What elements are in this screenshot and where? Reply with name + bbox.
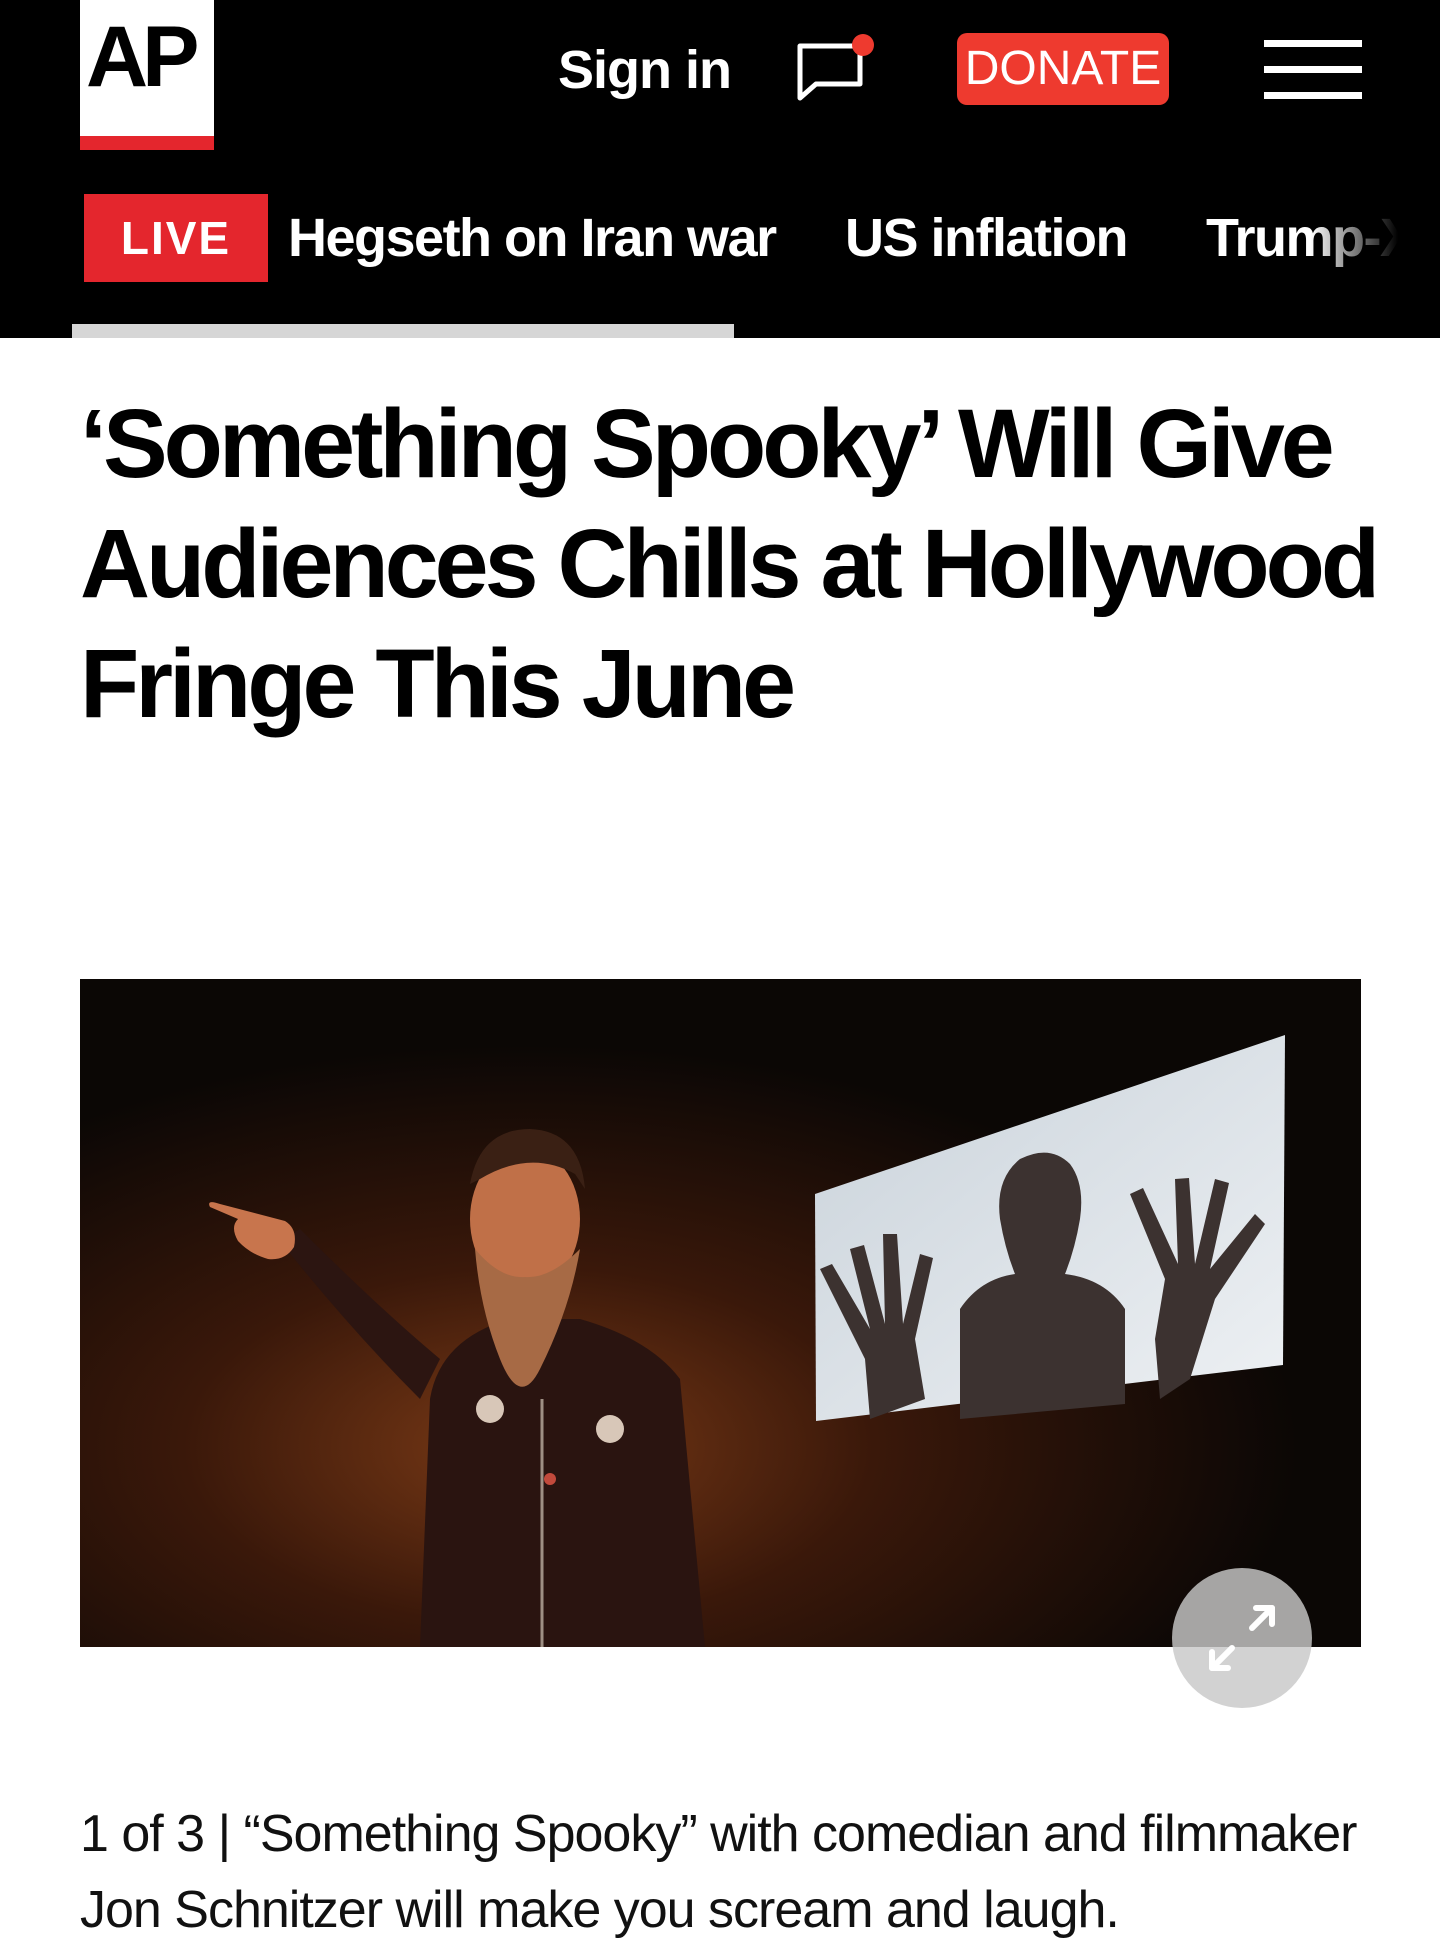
donate-button[interactable]: DONATE xyxy=(957,33,1169,105)
caption-text: “Something Spooky” with comedian and fil… xyxy=(80,1805,1357,1939)
expand-arrows-icon[interactable] xyxy=(1172,1568,1312,1708)
photo-caption: 1 of 3 | “Something Spooky” with comedia… xyxy=(80,1796,1380,1948)
ticker-fade xyxy=(1310,190,1420,290)
ticker-item-us-inflation[interactable]: US inflation xyxy=(845,206,1128,270)
gallery-counter: 1 of 3 xyxy=(80,1805,205,1863)
ap-logo[interactable]: AP xyxy=(80,0,214,150)
site-header: AP Sign in DONATE LIVE Hegseth on Iran w… xyxy=(0,0,1440,338)
live-badge[interactable]: LIVE xyxy=(84,194,268,282)
logo-text: AP xyxy=(86,9,199,105)
sign-in-link[interactable]: Sign in xyxy=(558,40,732,100)
article-photo[interactable] xyxy=(80,979,1361,1647)
article-headline: ‘Something Spooky’ Will Give Audiences C… xyxy=(80,389,1380,738)
notification-dot xyxy=(852,34,874,56)
caption-separator: | xyxy=(217,1805,231,1863)
logo-underline xyxy=(80,136,214,150)
ticker-scroll-indicator xyxy=(72,324,734,338)
chat-bubble-icon[interactable] xyxy=(790,28,880,108)
hamburger-menu-icon[interactable] xyxy=(1264,40,1362,100)
ticker-item-hegseth[interactable]: Hegseth on Iran war xyxy=(288,206,777,270)
